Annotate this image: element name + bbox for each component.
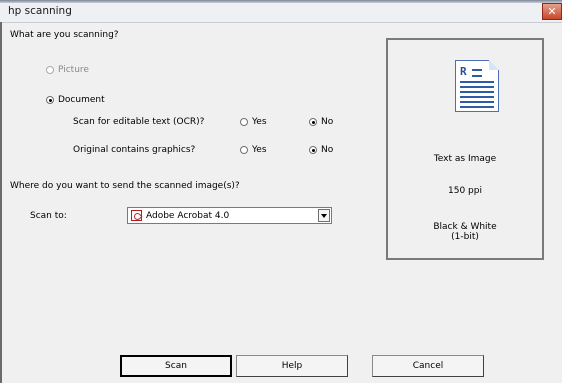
help-button[interactable]: Help — [236, 355, 348, 377]
ocr-no-radio[interactable] — [309, 118, 317, 126]
icon-line — [460, 81, 494, 83]
icon-line — [472, 69, 482, 71]
close-button[interactable]: ✕ — [542, 3, 562, 20]
graphics-no-radio[interactable] — [309, 146, 317, 154]
ocr-no-label: No — [321, 117, 334, 127]
scanning-question-label: What are you scanning? — [10, 30, 119, 40]
scan-button[interactable]: Scan — [120, 355, 232, 377]
window-border — [0, 22, 2, 383]
document-label: Document — [58, 95, 105, 105]
bit-depth-text: (1-bit) — [451, 232, 479, 242]
ocr-yes-radio[interactable] — [240, 118, 248, 126]
graphics-yes-label: Yes — [252, 145, 267, 155]
graphics-no-label: No — [321, 145, 334, 155]
scan-to-dropdown[interactable]: Adobe Acrobat 4.0 — [127, 207, 332, 224]
icon-line — [460, 101, 494, 103]
window-title: hp scanning — [8, 5, 72, 17]
acrobat-icon — [131, 210, 142, 221]
icon-line — [460, 96, 494, 98]
ocr-yes-label: Yes — [252, 117, 267, 127]
resolution-text: 150 ppi — [448, 186, 482, 196]
graphics-yes-radio[interactable] — [240, 146, 248, 154]
scan-mode-text: Text as Image — [433, 154, 497, 164]
document-icon-letter: R — [460, 65, 467, 78]
title-bar-edge — [0, 0, 562, 3]
icon-line — [460, 91, 494, 93]
cancel-button[interactable]: Cancel — [372, 355, 484, 377]
destination-question-label: Where do you want to send the scanned im… — [10, 181, 240, 191]
color-mode-text: Black & White — [433, 222, 497, 232]
title-bar[interactable]: hp scanning ✕ — [0, 0, 562, 23]
scan-to-label: Scan to: — [30, 211, 67, 221]
ocr-question-label: Scan for editable text (OCR)? — [73, 117, 205, 127]
picture-label: Picture — [58, 65, 89, 75]
graphics-question-label: Original contains graphics? — [73, 145, 196, 155]
icon-line — [472, 75, 482, 77]
chevron-down-icon[interactable] — [318, 209, 330, 222]
scan-to-value: Adobe Acrobat 4.0 — [146, 211, 230, 221]
document-radio[interactable] — [46, 96, 54, 104]
close-icon: ✕ — [547, 5, 557, 18]
document-text-icon: R — [455, 60, 499, 112]
picture-radio[interactable] — [46, 66, 54, 74]
icon-line — [460, 106, 494, 108]
page-fold — [489, 60, 499, 70]
icon-line — [460, 86, 494, 88]
